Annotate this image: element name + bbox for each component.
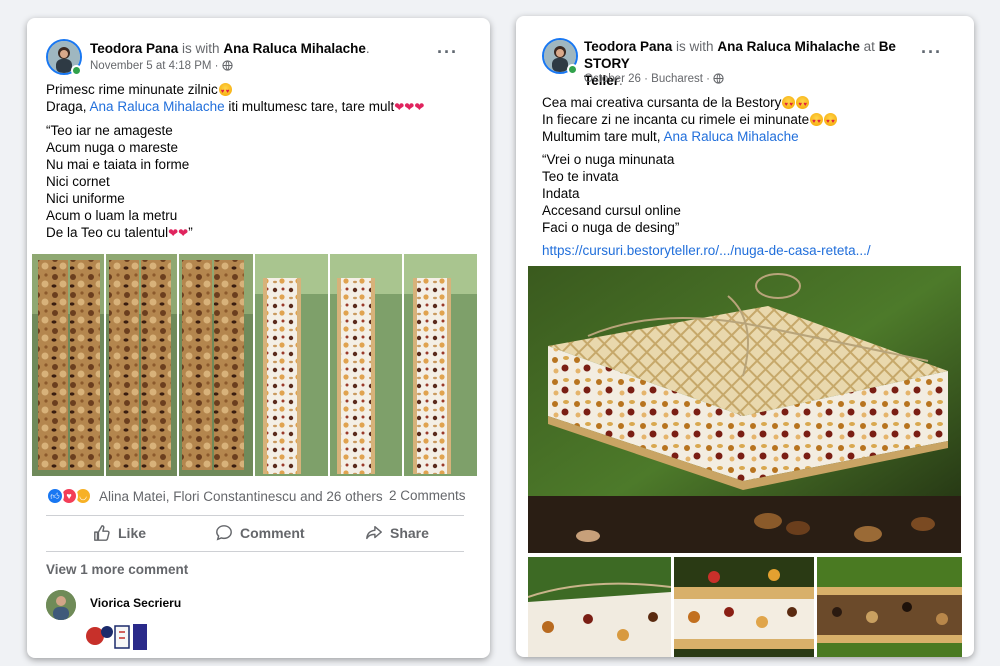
post-timestamp[interactable]: October 26 xyxy=(584,73,641,85)
share-label: Share xyxy=(390,525,429,541)
post-line: In fiecare zi ne incanta cu rimele ei mi… xyxy=(542,112,810,127)
quote-end: ” xyxy=(188,225,193,240)
post-line: Nu mai e taiata in forme xyxy=(46,157,190,172)
comments-count[interactable]: 2 Comments xyxy=(389,488,466,503)
right-post-card: Teodora Pana is with Ana Raluca Mihalach… xyxy=(516,16,974,657)
with-text: is with xyxy=(676,39,714,54)
post-line: Nici cornet xyxy=(46,174,110,189)
post-line: Teo te invata xyxy=(542,169,619,184)
like-icon xyxy=(93,524,111,542)
heart-emoji: ❤❤❤ xyxy=(394,100,425,114)
author-name[interactable]: Teodora Pana xyxy=(90,41,178,56)
comment-sticker-image xyxy=(83,620,149,654)
commenter-avatar[interactable] xyxy=(46,590,76,620)
tagged-person[interactable]: Ana Raluca Mihalache xyxy=(223,41,366,56)
like-button[interactable]: Like xyxy=(93,524,146,542)
post-photo-nougat-thumb-1[interactable] xyxy=(528,557,671,657)
post-line: Primesc rime minunate zilnic xyxy=(46,82,218,97)
meta-separator: · xyxy=(644,73,648,85)
more-options-icon[interactable]: ··· xyxy=(921,42,942,63)
meta-separator: · xyxy=(214,60,219,72)
commenter-name[interactable]: Viorica Secrieru xyxy=(90,596,181,610)
comment-button[interactable]: Comment xyxy=(215,524,305,542)
post-line: Multumim tare mult, xyxy=(542,129,661,144)
post-body: Primesc rime minunate zilnic Draga, Ana … xyxy=(46,81,424,242)
share-button[interactable]: Share xyxy=(365,524,429,542)
at-text: at xyxy=(863,39,875,54)
post-line: “Vrei o nuga minunata xyxy=(542,152,675,167)
post-line: Nici uniforme xyxy=(46,191,125,206)
with-text: is with xyxy=(182,41,220,56)
heart-emoji: ❤❤ xyxy=(168,226,189,240)
divider xyxy=(46,515,464,516)
post-line: De la Teo cu talentul xyxy=(46,225,169,240)
tagged-person[interactable]: Ana Raluca Mihalache xyxy=(717,39,860,54)
divider xyxy=(46,551,464,552)
more-options-icon[interactable]: ··· xyxy=(437,42,458,63)
post-line: Cea mai creativa cursanta de la Bestory xyxy=(542,95,782,110)
online-status-dot xyxy=(71,65,82,76)
comment-icon xyxy=(215,524,233,542)
post-line: Indata xyxy=(542,186,580,201)
reactions-names[interactable]: Alina Matei, Flori Constantinescu and 26… xyxy=(99,489,383,504)
left-post-card: Teodora Pana is with Ana Raluca Mihalach… xyxy=(27,18,490,658)
post-body: Cea mai creativa cursanta de la Bestory … xyxy=(542,94,871,259)
header-period: . xyxy=(365,41,370,56)
like-label: Like xyxy=(118,525,147,541)
heart-eyes-emoji xyxy=(218,83,232,101)
share-icon xyxy=(365,524,383,542)
globe-icon xyxy=(222,60,233,74)
comment-label: Comment xyxy=(240,525,305,541)
post-line: Faci o nuga de desing” xyxy=(542,220,680,235)
author-name[interactable]: Teodora Pana xyxy=(584,39,672,54)
post-photo-nougat-main[interactable] xyxy=(528,266,961,553)
globe-icon xyxy=(713,73,724,87)
post-line: Acum o luam la metru xyxy=(46,208,178,223)
tagged-link[interactable]: Ana Raluca Mihalache xyxy=(90,99,225,114)
post-line: iti multumesc tare, tare mult xyxy=(228,99,395,114)
view-more-comments-link[interactable]: View 1 more comment xyxy=(46,562,188,577)
online-status-dot xyxy=(567,64,578,75)
like-reaction-icon[interactable]: 👍︎ xyxy=(46,487,64,505)
heart-eyes-emoji xyxy=(810,113,824,131)
heart-eyes-emoji xyxy=(796,96,810,114)
heart-eyes-emoji xyxy=(782,96,796,114)
post-photo-nougat-thumb-2[interactable] xyxy=(674,557,814,657)
post-photo-nougat-thumb-3[interactable] xyxy=(817,557,962,657)
meta-separator: · xyxy=(706,73,710,85)
tagged-link[interactable]: Ana Raluca Mihalache xyxy=(664,129,799,144)
course-url-link[interactable]: https://cursuri.bestoryteller.ro/.../nug… xyxy=(542,242,871,259)
post-line: “Teo iar ne amageste xyxy=(46,123,173,138)
post-line: Accesand cursul online xyxy=(542,203,681,218)
post-line: Acum nuga o mareste xyxy=(46,140,179,155)
post-timestamp[interactable]: November 5 at 4:18 PM xyxy=(90,60,211,72)
heart-eyes-emoji xyxy=(824,113,838,131)
post-location[interactable]: Bucharest xyxy=(651,73,703,85)
post-line: Draga, xyxy=(46,99,87,114)
post-photo-white-nougat[interactable] xyxy=(255,254,477,476)
post-photo-brown-nougat[interactable] xyxy=(32,254,253,476)
